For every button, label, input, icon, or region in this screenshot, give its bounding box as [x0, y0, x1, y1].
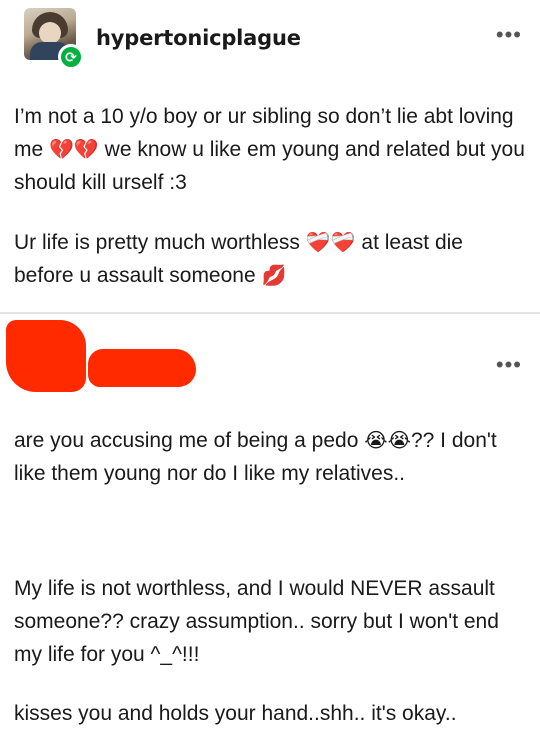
reply-paragraph-1: are you accusing me of being a pedo 😭😭??…: [14, 424, 526, 490]
avatar-wrap[interactable]: ⟳: [14, 8, 84, 74]
post-paragraph-2: Ur life is pretty much worthless ❤️‍🩹❤️‍…: [14, 226, 526, 292]
avatar-face: [39, 22, 61, 44]
more-options-button[interactable]: •••: [496, 24, 522, 46]
username[interactable]: hypertonicplague: [96, 26, 301, 50]
mending-heart-emoji: ❤️‍🩹❤️‍🩹: [305, 230, 356, 254]
reblog-icon: ⟳: [58, 44, 84, 70]
reply-paragraph-3: kisses you and holds your hand..shh.. it…: [14, 702, 457, 725]
crying-face-emoji: 😭😭: [364, 428, 411, 452]
broken-heart-emoji: 💔💔: [49, 137, 99, 161]
post-divider: [0, 312, 540, 314]
reply-paragraph-2: My life is not worthless, and I would NE…: [14, 577, 499, 666]
kiss-mark-emoji: 💋: [261, 263, 287, 287]
redacted-username: [88, 349, 196, 387]
redacted-avatar: [6, 320, 86, 392]
post-paragraph-1: I’m not a 10 y/o boy or ur sibling so do…: [14, 100, 526, 199]
reply-text: are you accusing me of being a pedo: [14, 429, 365, 452]
post-text: Ur life is pretty much worthless: [14, 231, 306, 254]
post-header: ⟳ hypertonicplague •••: [14, 8, 526, 74]
reply-more-options-button[interactable]: •••: [496, 354, 522, 376]
